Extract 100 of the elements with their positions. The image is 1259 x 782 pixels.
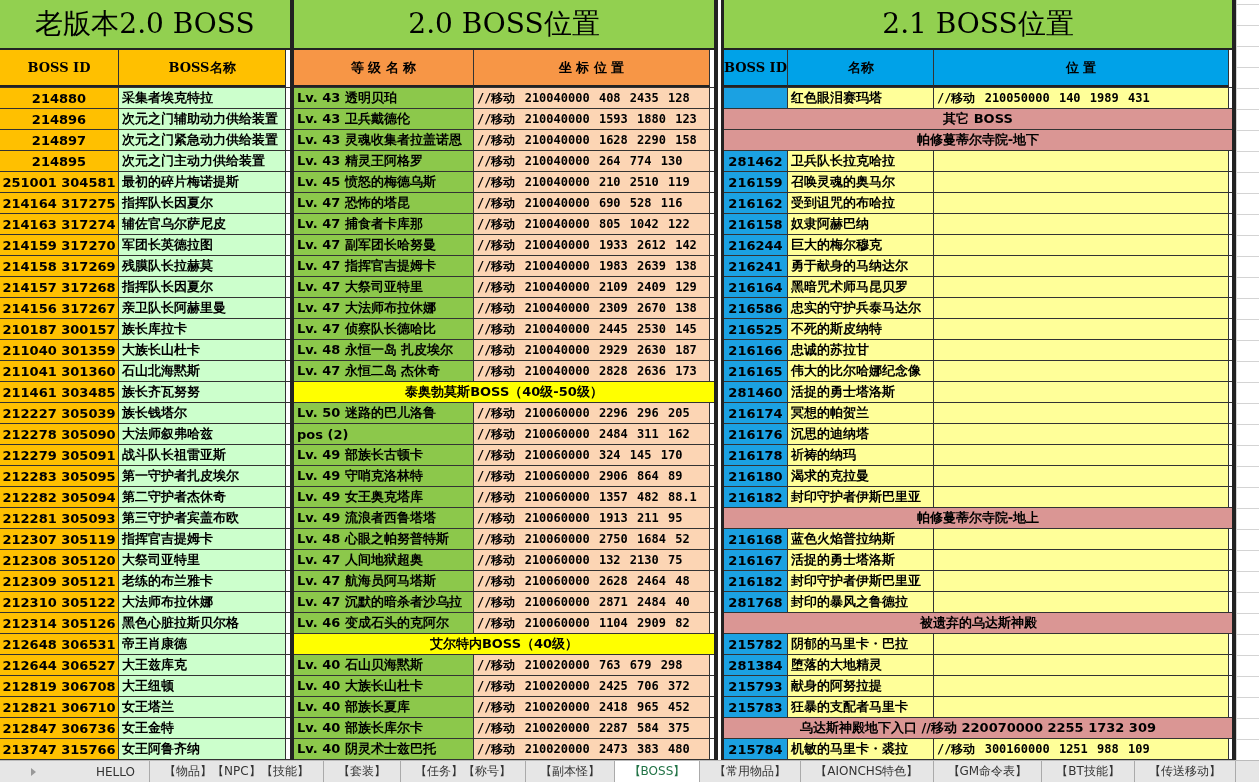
table-cell: Lv. 48 心眼之帕努普特斯 [294,529,474,549]
table-cell: 216176 [724,424,788,444]
table-cell: 214158 317269 [0,256,119,276]
table-cell: 帝王肖康德 [119,634,286,654]
table-cell: 指挥官吉提姆卡 [119,529,286,549]
table-cell: 祈祷的纳玛 [788,445,934,465]
table-cell: 211461 303485 [0,382,119,402]
table-cell: //移动 210020000 763 679 298 [474,655,710,675]
table-cell: Lv. 40 大族长山杜卡 [294,676,474,696]
table-cell: 黑暗咒术师马昆贝罗 [788,277,934,297]
table-cell: 石山北海黙斯 [119,361,286,381]
table-cell: 214159 317270 [0,235,119,255]
table-cell: 216180 [724,466,788,486]
section-header: 乌达斯神殿地下入口 //移动 220070000 2255 1732 309 [724,718,1232,739]
table-cell: 215784 [724,739,788,759]
table-cell: Lv. 43 透明贝珀 [294,88,474,108]
table-cell: //移动 210040000 1628 2290 158 [474,130,710,150]
table-cell: 次元之门辅助动力供给装置 [119,109,286,129]
table-cell: //移动 210060000 1104 2909 82 [474,613,710,633]
table-cell: //移动 210040000 690 528 116 [474,193,710,213]
table-cell: 214896 [0,109,119,129]
table-cell: Lv. 47 永恒二岛 杰休奇 [294,361,474,381]
column-header: BOSS名称 [119,50,286,87]
table-cell: 大法师布拉休娜 [119,592,286,612]
table-cell: 献身的阿努拉提 [788,676,934,696]
table-cell: //移动 210020000 2287 584 375 [474,718,710,738]
table-cell: 281768 [724,592,788,612]
table-cell: 212308 305120 [0,550,119,570]
table-cell: 卫兵队长拉克哈拉 [788,151,934,171]
table-cell: 红色眼泪赛玛塔 [788,88,934,108]
table-cell: 281462 [724,151,788,171]
table-cell: 伟大的比尔哈娜纪念像 [788,361,934,381]
table-cell: 大族长山杜卡 [119,340,286,360]
table-cell: Lv. 47 捕食者卡库那 [294,214,474,234]
table-cell: //移动 210060000 2906 864 89 [474,466,710,486]
table-cell: 212821 306710 [0,697,119,717]
table-cell: 214164 317275 [0,193,119,213]
table-cell: //移动 210040000 1983 2639 138 [474,256,710,276]
section-header: 帕修蔓蒂尔寺院-地上 [724,508,1232,529]
table-cell: 214157 317268 [0,277,119,297]
section-header: 被遗弃的乌达斯神殿 [724,613,1232,634]
table-cell: //移动 210020000 2418 965 452 [474,697,710,717]
table-cell: Lv. 49 女王奥克塔库 [294,487,474,507]
table-cell: 216525 [724,319,788,339]
table-cell: 211040 301359 [0,340,119,360]
table-cell: 214895 [0,151,119,171]
table-cell: Lv. 43 卫兵戴德伦 [294,109,474,129]
table-cell: 沉思的迪纳塔 [788,424,934,444]
table-cell: 214897 [0,130,119,150]
table-cell: Lv. 47 恐怖的塔昆 [294,193,474,213]
table-cell: //移动 210060000 1357 482 88.1 [474,487,710,507]
table-cell: 指挥队长因夏尔 [119,277,286,297]
table-cell: 活捉的勇士塔洛斯 [788,382,934,402]
column-header: 位 置 [934,50,1229,87]
table-cell: //移动 210020000 2473 383 480 [474,739,710,759]
table-cell: 亲卫队长阿赫里曼 [119,298,286,318]
sheet-title: 2.1 BOSS位置 [724,0,1232,50]
table-cell: Lv. 47 侦察队长德哈比 [294,319,474,339]
table-cell: //移动 210040000 1593 1880 123 [474,109,710,129]
table-cell: //移动 210060000 324 145 170 [474,445,710,465]
table-cell: //移动 210040000 2309 2670 138 [474,298,710,318]
table-cell: 巨大的梅尔穆克 [788,235,934,255]
table-cell: 受到诅咒的布哈拉 [788,193,934,213]
table-cell: 212819 306708 [0,676,119,696]
table-cell: 212278 305090 [0,424,119,444]
table-cell: 辅佐官乌尔萨尼皮 [119,214,286,234]
table-cell: 封印守护者伊斯巴里亚 [788,487,934,507]
table-cell: 渴求的克拉曼 [788,466,934,486]
table-cell: 蓝色火焰普拉纳斯 [788,529,934,549]
table-cell: Lv. 47 指挥官吉提姆卡 [294,256,474,276]
section-header: 泰奥勃莫斯BOSS（40级-50级） [294,382,714,403]
scroll-left-icon[interactable] [28,766,38,777]
table-cell: //移动 210060000 2628 2464 48 [474,571,710,591]
table-cell: 216166 [724,340,788,360]
table-cell: 大王兹库克 [119,655,286,675]
table-cell: 女王金特 [119,718,286,738]
section-header: 帕修蔓蒂尔寺院-地下 [724,130,1232,151]
table-cell: Lv. 47 航海员阿马塔斯 [294,571,474,591]
table-cell: 212227 305039 [0,403,119,423]
table-cell: 216174 [724,403,788,423]
table-cell: 212279 305091 [0,445,119,465]
table-cell: 212644 306527 [0,655,119,675]
table-cell: 281460 [724,382,788,402]
table-cell: Lv. 47 大法师布拉休娜 [294,298,474,318]
table-cell: 忠实的守护兵泰马达尔 [788,298,934,318]
table-cell: 黑色心脏拉斯贝尔格 [119,613,286,633]
column-header: BOSS ID [724,50,788,87]
table-cell: 采集者埃克特拉 [119,88,286,108]
table-cell: 216241 [724,256,788,276]
table-cell: 女王阿鲁齐纳 [119,739,286,759]
table-cell: //移动 210060000 2750 1684 52 [474,529,710,549]
table-cell: //移动 210060000 2296 296 205 [474,403,710,423]
table-cell: 216182 [724,487,788,507]
table-cell: 214163 317274 [0,214,119,234]
table-cell: 族长钱塔尔 [119,403,286,423]
table-cell: //移动 210040000 264 774 130 [474,151,710,171]
table-cell: 216158 [724,214,788,234]
sheet-tab[interactable]: 【BOSS】 [614,761,701,782]
table-cell: //移动 210060000 1913 211 95 [474,508,710,528]
table-cell: pos (2) [294,424,474,444]
